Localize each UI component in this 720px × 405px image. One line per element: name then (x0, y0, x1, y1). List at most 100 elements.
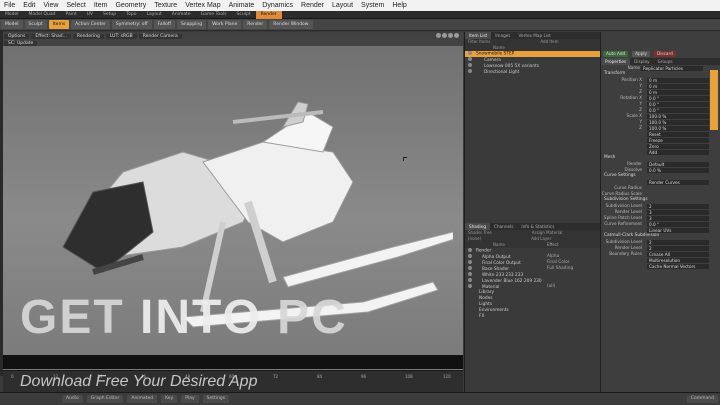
zoom-icon[interactable] (448, 33, 453, 38)
viewport-camera-tab[interactable]: Render Camera (138, 34, 182, 39)
maximize-icon[interactable] (454, 33, 459, 38)
linear-uvs-checkbox[interactable]: Linear UVs (647, 227, 709, 233)
property-value[interactable]: 3 (647, 209, 709, 215)
visibility-icon[interactable] (468, 272, 472, 276)
tab-animate[interactable]: Animate (167, 11, 196, 19)
tab-properties[interactable]: Properties (601, 58, 631, 65)
render-dropdown[interactable]: Default (647, 161, 709, 167)
tab-item-list[interactable]: Item List (465, 32, 492, 39)
cache-normal-vectors-checkbox[interactable]: Cache Normal Vectors (647, 263, 709, 269)
add-item-button[interactable]: Add Item (540, 39, 558, 45)
menu-select[interactable]: Select (62, 0, 89, 11)
tab-game-tools[interactable]: Game Tools (196, 11, 232, 19)
apply-button[interactable]: Apply (632, 51, 650, 57)
menu-render[interactable]: Render (297, 0, 328, 11)
shader-row[interactable]: FX (465, 314, 600, 320)
viewport-rendering-tab[interactable]: Rendering (72, 34, 104, 39)
graph-editor-button[interactable]: Graph Editor (86, 395, 124, 403)
tab-model-quad[interactable]: Model Quad (24, 11, 61, 19)
menu-file[interactable]: File (0, 0, 19, 11)
render-button[interactable]: Render (243, 20, 268, 29)
tab-topo[interactable]: Topo (121, 11, 141, 19)
tab-setup[interactable]: Setup (98, 11, 121, 19)
pan-icon[interactable] (436, 33, 441, 38)
work-plane-button[interactable]: Work Plane (208, 20, 242, 29)
viewport-options-tab[interactable]: Options (4, 34, 30, 39)
menu-geometry[interactable]: Geometry (111, 0, 150, 11)
viewport-nav-icons[interactable] (435, 33, 459, 40)
menu-animate[interactable]: Animate (225, 0, 259, 11)
tab-model[interactable]: Model (0, 11, 24, 19)
name-field[interactable]: Replicator Particles (641, 65, 703, 71)
property-value[interactable]: 100.0 % (647, 125, 709, 131)
menu-layout[interactable]: Layout (328, 0, 357, 11)
tab-uv[interactable]: UV (82, 11, 98, 19)
rotate-icon[interactable] (442, 33, 447, 38)
property-value[interactable]: 0.0 ° (647, 221, 709, 227)
render-curves-checkbox[interactable]: Render Curves (647, 179, 709, 185)
tab-render[interactable]: Render (255, 10, 282, 19)
property-value[interactable]: 100.0 % (647, 119, 709, 125)
property-value[interactable]: 2 (647, 245, 709, 251)
play-button[interactable]: Play (181, 395, 199, 403)
property-value[interactable]: 0 m (647, 83, 709, 89)
falloff-dropdown[interactable]: Falloff (153, 20, 175, 29)
property-value[interactable]: Crease All (647, 251, 709, 257)
property-value[interactable]: 0 m (647, 77, 709, 83)
property-value[interactable]: 2 (647, 203, 709, 209)
visibility-icon[interactable] (468, 51, 472, 55)
menu-vertex-map[interactable]: Vertex Map (181, 0, 224, 11)
property-value[interactable]: 2 (647, 239, 709, 245)
menu-edit[interactable]: Edit (19, 0, 39, 11)
add-button[interactable]: Add (601, 149, 720, 155)
property-value[interactable]: 0.0 ° (647, 101, 709, 107)
render-window-button[interactable]: Render Window (269, 20, 313, 29)
visibility-icon[interactable] (468, 260, 472, 264)
property-value[interactable]: 0.0 ° (647, 95, 709, 101)
tab-display[interactable]: Display (630, 58, 653, 65)
menu-item[interactable]: Item (90, 0, 112, 11)
property-value[interactable]: 3 (647, 215, 709, 221)
visibility-icon[interactable] (468, 248, 472, 252)
tab-channels[interactable]: Channels (490, 223, 517, 230)
menu-help[interactable]: Help (388, 0, 410, 11)
multiresolution-checkbox[interactable]: Multiresolution (647, 257, 709, 263)
items-button[interactable]: Items (48, 20, 70, 29)
action-center-dropdown[interactable]: Action Center (71, 20, 110, 29)
symmetry-dropdown[interactable]: Symmetry: off (111, 20, 152, 29)
property-value[interactable]: 100.0 % (647, 113, 709, 119)
viewport-lut-tab[interactable]: LUT: sRGB (105, 34, 137, 39)
auto-add-button[interactable]: Auto Add (603, 51, 629, 57)
tab-sculpt[interactable]: Sculpt (232, 11, 256, 19)
side-panel-tab[interactable] (710, 70, 718, 130)
tab-info-statistics[interactable]: Info & Statistics (517, 223, 558, 230)
viewport-update-tab[interactable]: SC: Update (4, 41, 38, 46)
key-button[interactable]: Key (161, 395, 178, 403)
tab-groups[interactable]: Groups (654, 58, 677, 65)
mode-button[interactable]: Model (1, 20, 23, 29)
audio-button[interactable]: Audio (62, 395, 83, 403)
visibility-icon[interactable] (468, 266, 472, 270)
snapping-button[interactable]: Snapping (176, 20, 207, 29)
sculpt-button[interactable]: Sculpt (24, 20, 47, 29)
tab-images[interactable]: Images (491, 32, 514, 39)
settings-button[interactable]: Settings (202, 395, 230, 403)
animated-dropdown[interactable]: Animated (127, 395, 158, 403)
menu-dynamics[interactable]: Dynamics (258, 0, 297, 11)
tab-paint[interactable]: Paint (60, 11, 81, 19)
tab-layout[interactable]: Layout (141, 11, 166, 19)
tab-shading[interactable]: Shading (465, 223, 491, 230)
viewport-effect-tab[interactable]: Effect: Shad... (31, 34, 71, 39)
command-field[interactable]: Command (686, 395, 718, 403)
visibility-icon[interactable] (468, 284, 472, 288)
visibility-icon[interactable] (468, 254, 472, 258)
visibility-icon[interactable] (468, 278, 472, 282)
menu-system[interactable]: System (357, 0, 388, 11)
property-value[interactable]: 0.0 ° (647, 107, 709, 113)
menu-texture[interactable]: Texture (150, 0, 181, 11)
visibility-icon[interactable] (468, 69, 472, 73)
visibility-icon[interactable] (468, 63, 472, 67)
discard-button[interactable]: Discard (654, 51, 676, 57)
dissolve-field[interactable]: 0.0 % (647, 167, 709, 173)
shader-row[interactable]: Material (all) (465, 284, 600, 290)
